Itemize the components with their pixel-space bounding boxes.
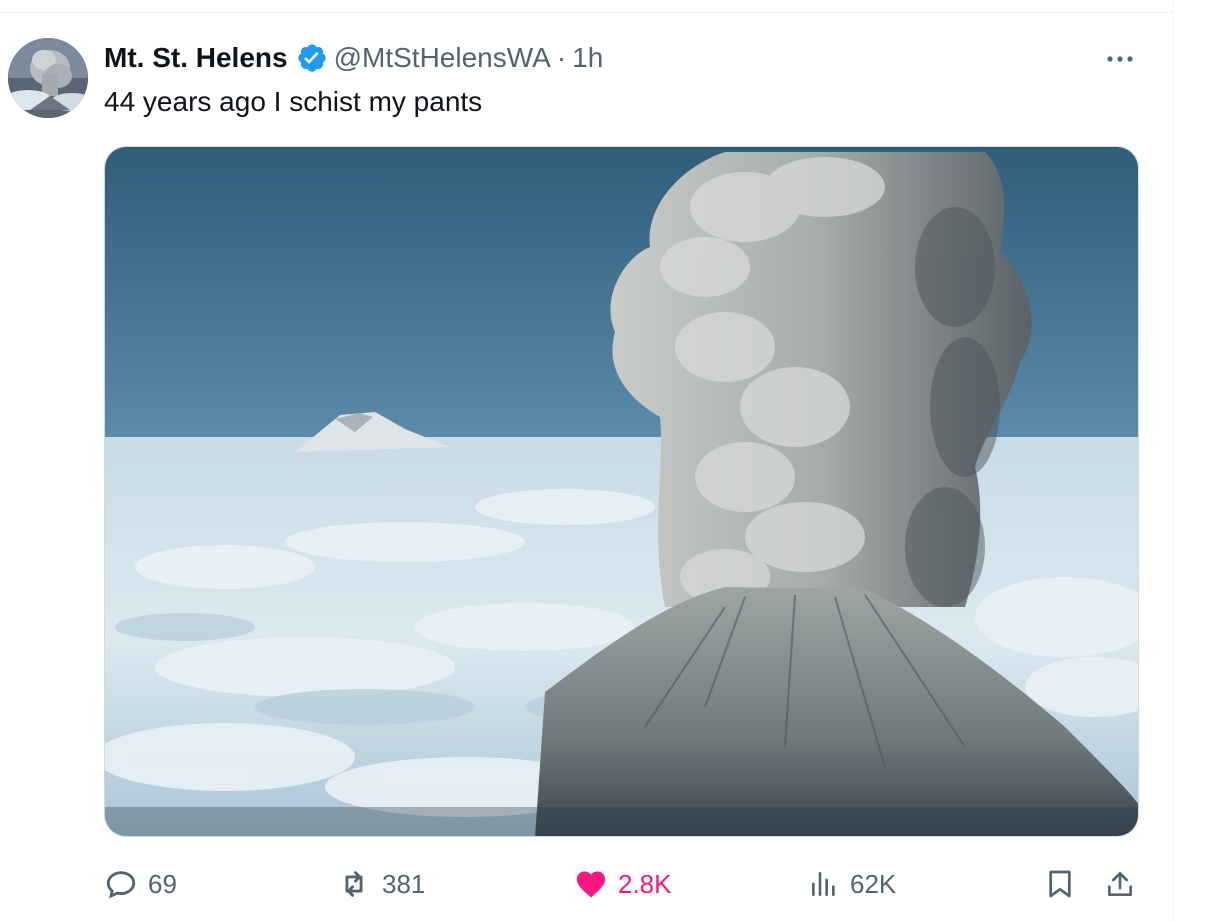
bookmark-button[interactable] bbox=[1044, 862, 1076, 906]
views-button[interactable]: 62K bbox=[808, 862, 896, 906]
tweet-actions: 69 381 2.8K 62K bbox=[104, 862, 1139, 906]
share-button[interactable] bbox=[1104, 862, 1136, 906]
reply-icon bbox=[106, 871, 136, 899]
timeline-right-border bbox=[1172, 0, 1173, 922]
like-count: 2.8K bbox=[618, 868, 672, 899]
timestamp[interactable]: 1h bbox=[572, 42, 603, 74]
reply-count: 69 bbox=[148, 868, 177, 899]
heart-icon bbox=[576, 871, 606, 898]
more-horizontal-icon[interactable] bbox=[1102, 46, 1138, 72]
avatar[interactable] bbox=[8, 38, 88, 118]
tweet-media-image[interactable] bbox=[104, 146, 1139, 837]
verified-badge-icon[interactable] bbox=[296, 42, 328, 74]
repost-count: 381 bbox=[382, 868, 426, 899]
separator-dot: · bbox=[556, 42, 567, 73]
repost-button[interactable]: 381 bbox=[336, 862, 425, 906]
tweet-text: 44 years ago I schist my pants bbox=[104, 86, 483, 117]
top-divider bbox=[0, 12, 1173, 13]
views-chart-icon bbox=[812, 872, 835, 896]
handle[interactable]: @MtStHelensWA bbox=[334, 42, 551, 74]
display-name[interactable]: Mt. St. Helens bbox=[104, 42, 288, 74]
tweet-header: Mt. St. Helens @MtStHelensWA · 1h bbox=[104, 40, 603, 76]
like-button[interactable]: 2.8K bbox=[574, 862, 672, 906]
views-count: 62K bbox=[850, 868, 897, 899]
share-icon bbox=[1108, 872, 1132, 896]
reply-button[interactable]: 69 bbox=[104, 862, 177, 906]
repost-icon bbox=[345, 871, 363, 897]
bookmark-icon bbox=[1049, 870, 1071, 898]
avatar-image bbox=[8, 38, 88, 118]
